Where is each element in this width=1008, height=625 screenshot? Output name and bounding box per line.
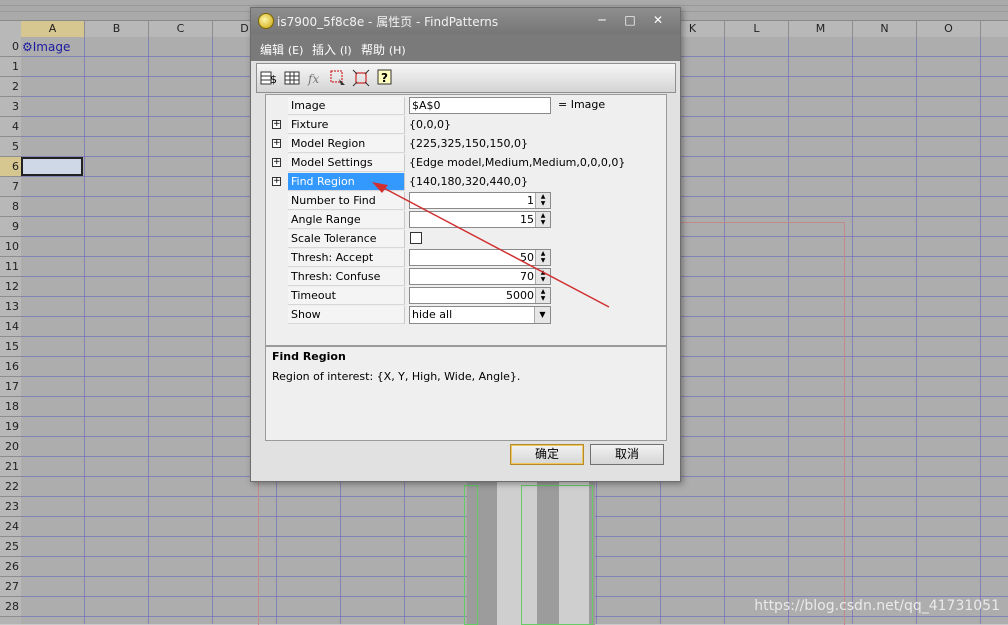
annotation-arrow — [372, 182, 610, 308]
